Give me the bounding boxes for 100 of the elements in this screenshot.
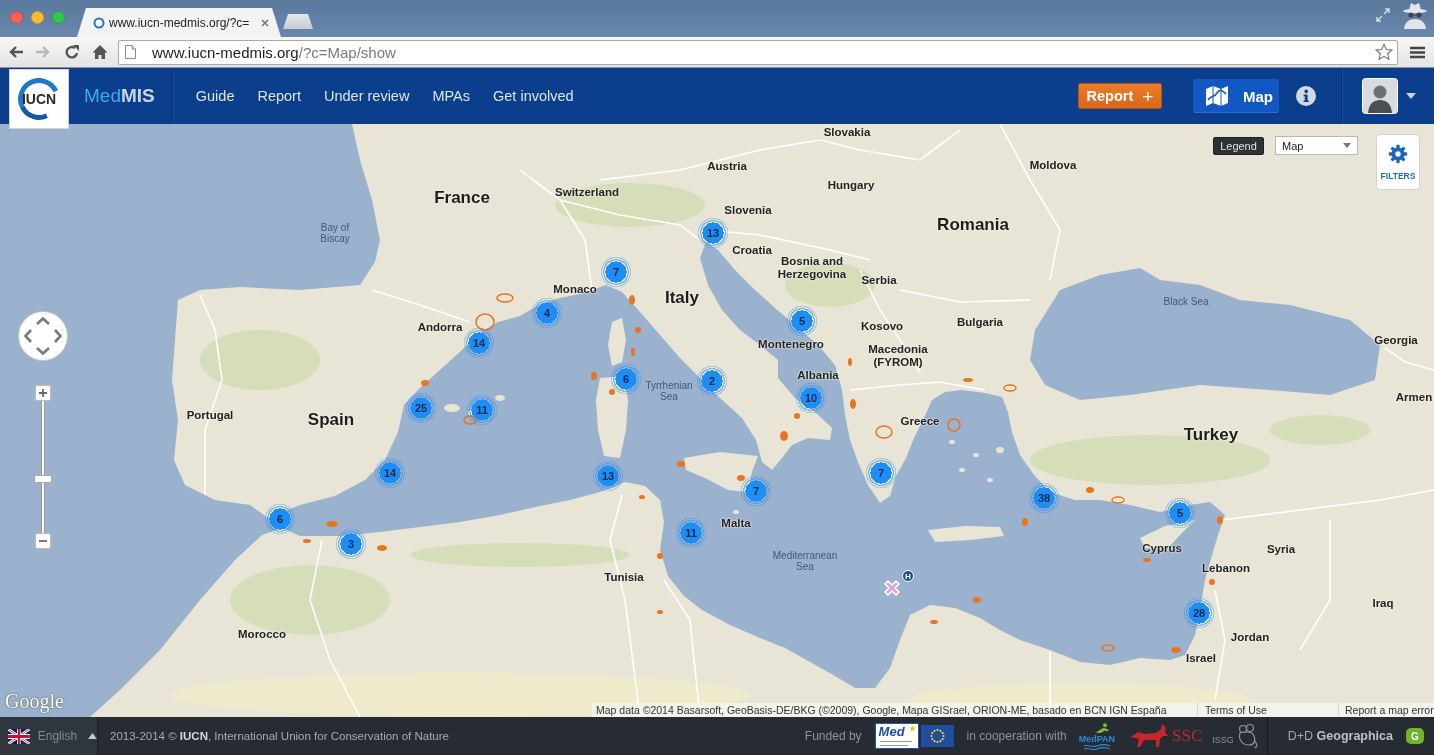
browser-tab[interactable]: www.iucn-medmis.org/?c= [77, 8, 281, 37]
filters-button[interactable]: FILTERS [1376, 134, 1420, 190]
nav-link[interactable]: MPAs [432, 88, 470, 104]
back-icon[interactable] [8, 44, 24, 60]
brand-name[interactable]: MedMIS [84, 85, 155, 107]
map-label: Albania [797, 368, 839, 382]
zoom-slider-thumb[interactable] [34, 474, 52, 483]
cluster-marker[interactable]: 3 [335, 528, 367, 560]
protected-area-shape [635, 327, 641, 333]
logo[interactable]: IUCN [9, 69, 69, 129]
attribution-text: Map data ©2014 Basarsoft, GeoBasis-DE/BKG (©2009), Google, Mapa GISrael, ORION-ME, basado en BCN IGN España [592, 703, 1197, 717]
map-label: Slovenia [724, 203, 772, 217]
language-selector[interactable]: English [0, 717, 98, 755]
cluster-marker[interactable]: 11 [466, 394, 498, 426]
star-ring-flag-icon[interactable] [920, 725, 954, 747]
window-minimize-icon[interactable] [31, 11, 44, 24]
nav-link[interactable]: Get involved [493, 88, 574, 104]
close-icon[interactable] [261, 18, 269, 27]
address-field[interactable]: www.iucn-medmis.org/?c=Map/show [118, 39, 1398, 65]
cluster-marker[interactable]: 25 [405, 392, 437, 424]
logo-text[interactable]: ISSG [1212, 735, 1234, 745]
nav-link[interactable]: Under review [324, 88, 410, 104]
avatar-icon[interactable] [1362, 78, 1398, 114]
home-icon[interactable] [92, 44, 108, 60]
cluster-marker[interactable]: 14 [463, 327, 495, 359]
report-error-link[interactable]: Report a map error [1338, 703, 1434, 717]
cluster-marker[interactable]: 5 [1164, 497, 1196, 529]
chevron-up-icon[interactable] [36, 317, 50, 325]
provider-logo[interactable]: Google [5, 690, 64, 713]
protected-area-shape [377, 545, 387, 551]
cluster-marker[interactable]: 13 [592, 460, 624, 492]
cluster-marker[interactable]: 6 [610, 363, 642, 395]
waves-icon [1082, 743, 1111, 750]
cluster-marker[interactable]: 4 [531, 297, 563, 329]
map-label: Italy [665, 288, 699, 308]
map-label: Lebanon [1202, 561, 1250, 575]
cluster-marker[interactable]: 7 [600, 256, 632, 288]
chevron-left-icon[interactable] [24, 329, 32, 343]
zoom-out-button[interactable] [35, 533, 51, 549]
menu-icon[interactable] [1410, 45, 1425, 59]
map-type-select[interactable]: Map [1275, 136, 1358, 155]
chevron-down-icon[interactable] [36, 347, 50, 355]
reload-icon[interactable] [64, 44, 80, 60]
expand-icon[interactable] [1376, 8, 1390, 22]
protected-area-shape [875, 425, 893, 439]
map-label: Bosnia and Herzegovina [777, 255, 847, 281]
terms-link[interactable]: Terms of Use [1197, 703, 1338, 717]
cluster-marker[interactable]: 6 [264, 503, 296, 535]
protected-area-shape [1022, 518, 1028, 526]
cluster-marker[interactable]: 28 [1183, 597, 1215, 629]
plus-icon [39, 389, 47, 397]
zoom-in-button[interactable] [35, 385, 51, 401]
report-button[interactable]: Report + [1078, 83, 1162, 109]
nav-link[interactable]: Report [257, 88, 301, 104]
legend-button[interactable]: Legend [1213, 137, 1264, 155]
border-line [1384, 347, 1434, 371]
new-tab-button[interactable] [283, 14, 313, 29]
cluster-marker[interactable]: 5 [786, 305, 818, 337]
map-button[interactable]: Map [1193, 79, 1279, 113]
minus-icon [39, 537, 47, 545]
logo-text[interactable]: SSC [1172, 726, 1203, 746]
nav-link[interactable]: Guide [195, 88, 235, 104]
map-label: Black Sea [1163, 295, 1209, 307]
map-label: Tyrrhenian Sea [645, 380, 693, 402]
info-icon[interactable] [1296, 86, 1316, 106]
map-label: Slovakia [823, 125, 871, 139]
protected-area-shape [463, 415, 477, 425]
cooperation-label: in cooperation with [966, 729, 1067, 743]
protected-area-shape [326, 521, 338, 527]
protected-area-shape [1143, 558, 1151, 562]
star-icon[interactable] [1375, 43, 1393, 61]
map-label: Armen [1395, 390, 1433, 404]
cluster-marker[interactable]: 14 [374, 457, 406, 489]
map-label: Mediterranean Sea [772, 550, 838, 572]
funder-logo[interactable]: Med [874, 723, 919, 749]
cluster-marker[interactable]: 10 [795, 382, 827, 414]
protected-area-shape [930, 620, 938, 624]
map-label: Tunisia [604, 570, 644, 584]
map-label: Austria [707, 159, 747, 173]
funded-by-label: Funded by [804, 729, 862, 743]
cluster-marker[interactable]: 7 [865, 457, 897, 489]
leaping-figure-icon [1093, 722, 1110, 734]
logo-badge[interactable]: G [1406, 728, 1424, 744]
protected-area-shape [609, 389, 615, 395]
map-background[interactable] [0, 124, 1434, 717]
star-icon [908, 725, 916, 732]
settings-icon [1388, 143, 1408, 164]
cluster-marker[interactable]: 38 [1028, 482, 1060, 514]
ring-logo-icon [93, 16, 105, 29]
caret-icon[interactable] [1406, 93, 1416, 99]
cluster-marker[interactable]: 7 [740, 475, 772, 507]
logo-text[interactable]: MedPAN [1078, 733, 1115, 744]
protected-area-shape [848, 358, 852, 366]
cross-marker-icon[interactable] [882, 578, 902, 598]
cluster-marker[interactable]: 11 [675, 517, 707, 549]
map-label: Greece [900, 414, 940, 428]
chevron-right-icon[interactable] [54, 329, 62, 343]
protected-area-shape [1171, 647, 1181, 653]
cluster-marker[interactable]: 2 [696, 365, 728, 397]
cluster-marker[interactable]: 13 [697, 217, 729, 249]
